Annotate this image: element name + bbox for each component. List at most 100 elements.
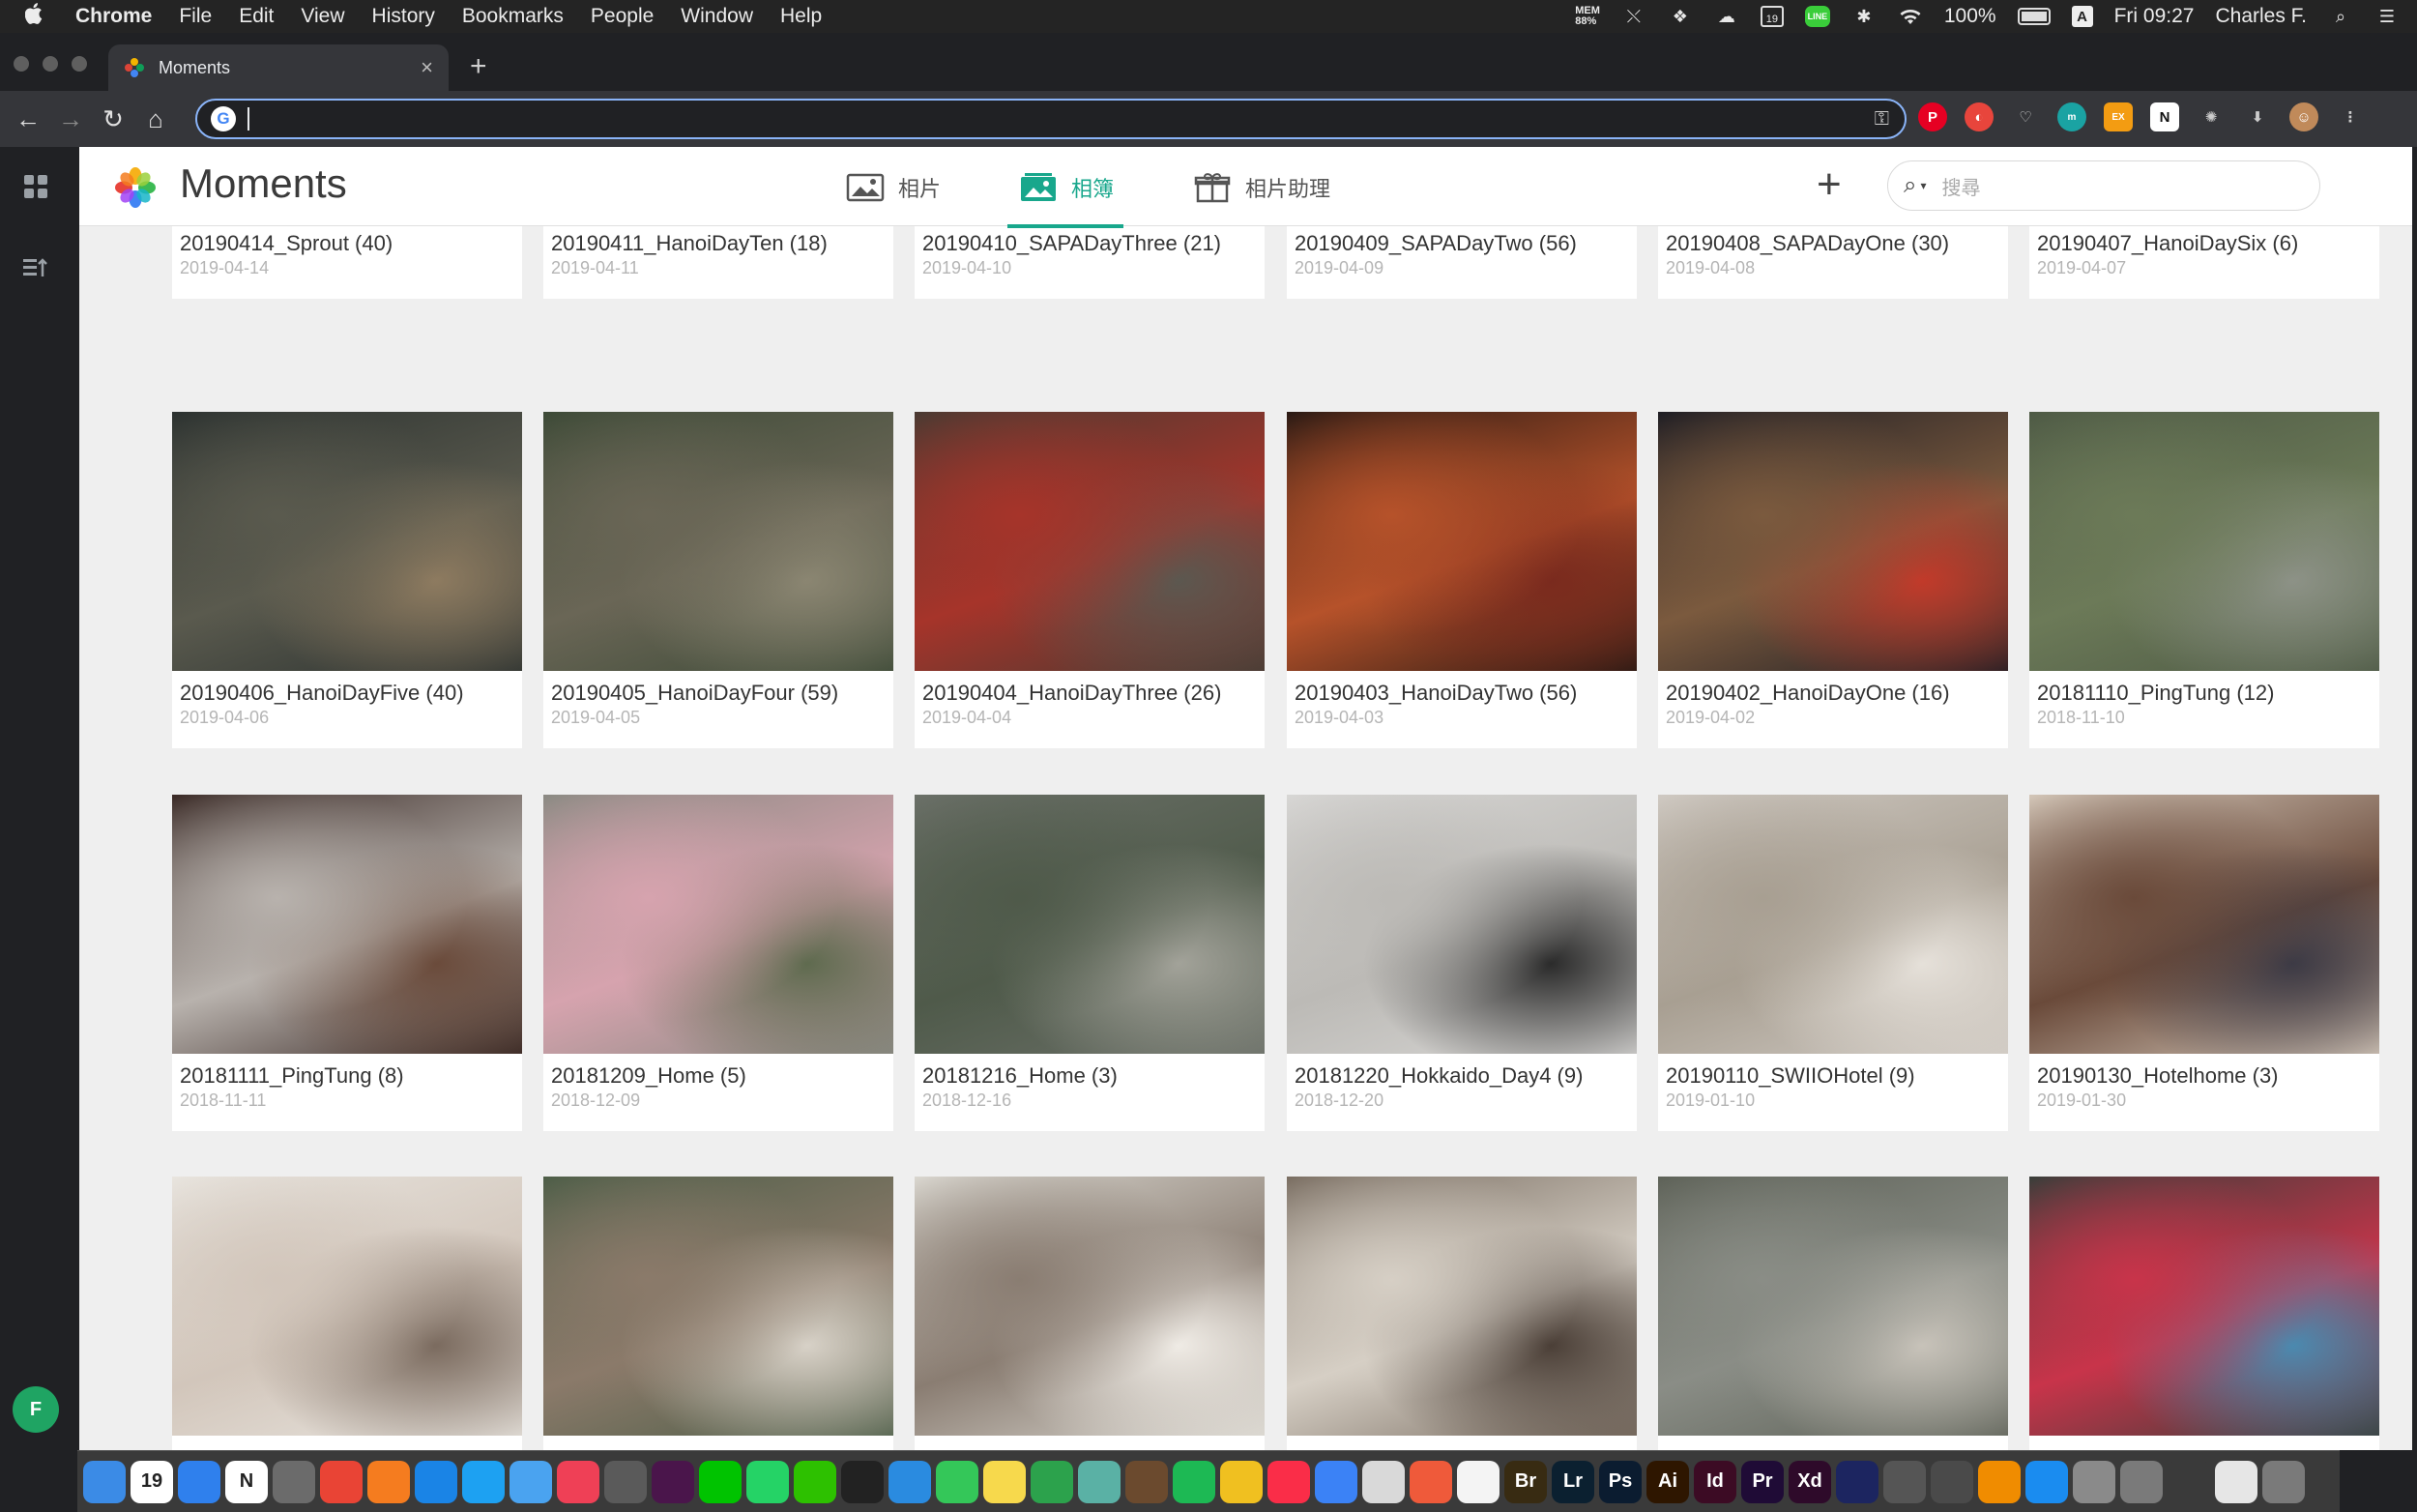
tab-photos[interactable]: 相片: [846, 166, 941, 209]
sketch-icon[interactable]: [1836, 1460, 1878, 1503]
album-cover-image[interactable]: [543, 1177, 893, 1436]
menu-view[interactable]: View: [301, 5, 344, 28]
album-cover-image[interactable]: [172, 412, 522, 671]
music-icon[interactable]: [1267, 1460, 1310, 1503]
tweetbot-icon[interactable]: [888, 1460, 931, 1503]
menubar-user[interactable]: Charles F.: [2215, 5, 2307, 28]
launchpad-icon[interactable]: [2073, 1460, 2115, 1503]
album-card[interactable]: [543, 1177, 893, 1452]
album-title[interactable]: 20190110_SWIIOHotel (9): [1666, 1063, 1915, 1089]
tab-photo-assistant[interactable]: 相片助理: [1193, 166, 1330, 209]
album-title[interactable]: 20190404_HanoiDayThree (26): [922, 681, 1221, 706]
bluetooth-icon[interactable]: ✱: [1851, 6, 1877, 27]
album-title[interactable]: 20181110_PingTung (12): [2037, 681, 2274, 706]
cloud-icon[interactable]: ☁: [1714, 6, 1739, 27]
maps-icon[interactable]: [1220, 1460, 1263, 1503]
menubar-clock[interactable]: Fri 09:27: [2114, 5, 2195, 28]
premiere-icon[interactable]: Pr: [1741, 1460, 1784, 1503]
forward-icon[interactable]: →: [56, 104, 85, 133]
wifi-icon[interactable]: [1898, 6, 1923, 27]
album-card[interactable]: 20190405_HanoiDayFour (59) 2019-04-05: [543, 412, 893, 748]
pocket-extension-icon[interactable]: ♡: [2011, 102, 2040, 131]
input-source-icon[interactable]: A: [2071, 6, 2093, 27]
pinterest-icon[interactable]: P: [1918, 102, 1947, 131]
calendar-icon[interactable]: 19: [131, 1460, 173, 1503]
album-card[interactable]: 20190130_Hotelhome (3) 2019-01-30: [2029, 795, 2379, 1131]
slack-icon[interactable]: [652, 1460, 694, 1503]
firefox-icon[interactable]: [367, 1460, 410, 1503]
menu-window[interactable]: Window: [681, 5, 753, 28]
dropbox-icon[interactable]: ❖: [1668, 6, 1693, 27]
album-card[interactable]: 20190110_SWIIOHotel (9) 2019-01-10: [1658, 795, 2008, 1131]
owl-icon[interactable]: [1078, 1460, 1121, 1503]
album-cover-image[interactable]: [1658, 1177, 2008, 1436]
album-title[interactable]: 20190130_Hotelhome (3): [2037, 1063, 2279, 1089]
album-card[interactable]: 20181110_PingTung (12) 2018-11-10: [2029, 412, 2379, 748]
tab-albums[interactable]: 相簿: [1006, 166, 1124, 228]
download-extension-icon[interactable]: ⬇: [2243, 102, 2272, 131]
album-card[interactable]: [1287, 1177, 1637, 1452]
spotlight-search-icon[interactable]: ⌕: [2328, 6, 2353, 27]
battery-icon[interactable]: [2017, 8, 2051, 25]
notion-icon[interactable]: N: [225, 1460, 268, 1503]
album-cover-image[interactable]: [1287, 1177, 1637, 1436]
album-card[interactable]: 20181111_PingTung (8) 2018-11-11: [172, 795, 522, 1131]
search-dropdown-icon[interactable]: ▾: [1920, 179, 1926, 192]
indesign-icon[interactable]: Id: [1694, 1460, 1736, 1503]
album-title[interactable]: 20190408_SAPADayOne (30): [1666, 231, 1949, 256]
album-title[interactable]: 20181216_Home (3): [922, 1063, 1118, 1089]
album-card[interactable]: 20190406_HanoiDayFive (40) 2019-04-06: [172, 412, 522, 748]
album-card[interactable]: 20190403_HanoiDayTwo (56) 2019-04-03: [1287, 412, 1637, 748]
menu-people[interactable]: People: [591, 5, 654, 28]
sort-icon[interactable]: [21, 253, 50, 282]
album-title[interactable]: 20190411_HanoiDayTen (18): [551, 231, 828, 256]
books-icon[interactable]: [178, 1460, 220, 1503]
extension-orange-icon[interactable]: EX: [2104, 102, 2133, 131]
numbers-icon[interactable]: [1031, 1460, 1073, 1503]
photos-icon[interactable]: [1457, 1460, 1500, 1503]
album-cover-image[interactable]: [543, 795, 893, 1054]
preview-icon[interactable]: [1362, 1460, 1405, 1503]
album-cover-image[interactable]: [1287, 412, 1637, 671]
album-card[interactable]: [915, 1177, 1265, 1452]
finder-icon[interactable]: [83, 1460, 126, 1503]
album-title[interactable]: 20190406_HanoiDayFive (40): [180, 681, 464, 706]
keynote-icon[interactable]: [1315, 1460, 1357, 1503]
minimize-window-button[interactable]: [43, 56, 58, 72]
reload-icon[interactable]: ↻: [99, 104, 128, 133]
bridge-icon[interactable]: Br: [1504, 1460, 1547, 1503]
extension-globe-icon[interactable]: ✺: [2197, 102, 2226, 131]
album-title[interactable]: 20190410_SAPADayThree (21): [922, 231, 1221, 256]
menu-help[interactable]: Help: [780, 5, 822, 28]
extension-red-icon[interactable]: ◐: [1965, 102, 1994, 131]
illustrator-icon[interactable]: Ai: [1646, 1460, 1689, 1503]
safari-icon[interactable]: [415, 1460, 457, 1503]
menu-edit[interactable]: Edit: [239, 5, 274, 28]
user-avatar[interactable]: F: [13, 1386, 59, 1433]
mail-icon[interactable]: [510, 1460, 552, 1503]
album-card[interactable]: 20181220_Hokkaido_Day4 (9) 2018-12-20: [1287, 795, 1637, 1131]
album-cover-image[interactable]: [172, 1177, 522, 1436]
new-tab-button[interactable]: +: [470, 50, 487, 83]
twitter-icon[interactable]: [462, 1460, 505, 1503]
eagle-icon[interactable]: [273, 1460, 315, 1503]
album-title[interactable]: 20181111_PingTung (8): [180, 1063, 404, 1089]
line-icon[interactable]: [699, 1460, 742, 1503]
album-cover-image[interactable]: [2029, 1177, 2379, 1436]
chrome-menu-icon[interactable]: ⋮: [2336, 102, 2365, 131]
archive-icon[interactable]: [1125, 1460, 1168, 1503]
pocket-icon[interactable]: [557, 1460, 599, 1503]
menu-history[interactable]: History: [372, 5, 435, 28]
photoshop-icon[interactable]: Ps: [1599, 1460, 1642, 1503]
calendar-menu-icon[interactable]: 19: [1760, 6, 1784, 27]
address-bar[interactable]: G ⚿: [195, 99, 1907, 139]
album-cover-image[interactable]: [1658, 412, 2008, 671]
menu-bookmarks[interactable]: Bookmarks: [462, 5, 564, 28]
profile-avatar[interactable]: ☺: [2289, 102, 2318, 131]
memory-indicator[interactable]: MEM 88%: [1575, 6, 1600, 27]
album-title[interactable]: 20190414_Sprout (40): [180, 231, 393, 256]
menu-file[interactable]: File: [179, 5, 212, 28]
album-title[interactable]: 20190405_HanoiDayFour (59): [551, 681, 838, 706]
drive-icon[interactable]: [1931, 1460, 1973, 1503]
album-card[interactable]: 20181216_Home (3) 2018-12-16: [915, 795, 1265, 1131]
